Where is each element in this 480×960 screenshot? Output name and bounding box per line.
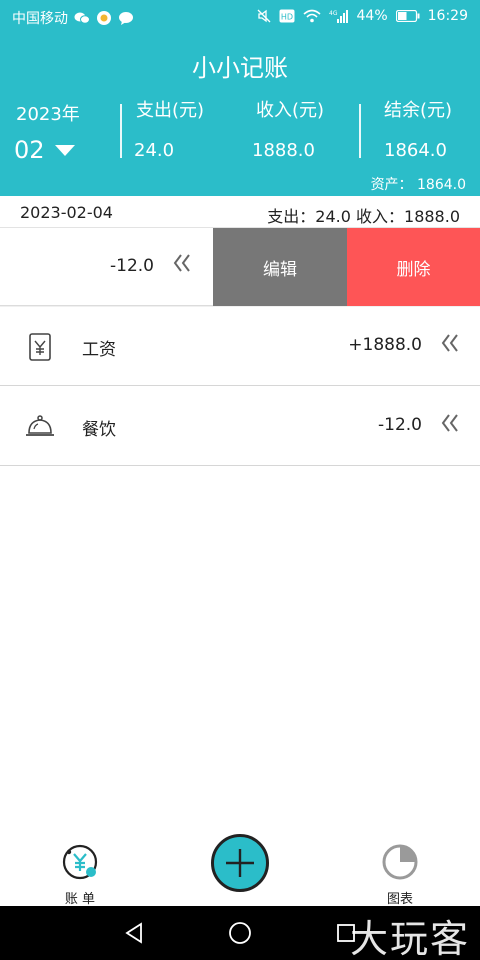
dining-icon <box>22 409 58 445</box>
battery-icon <box>395 10 420 22</box>
pie-chart-icon <box>380 844 420 886</box>
status-left: 中国移动 <box>12 8 134 28</box>
wifi-icon <box>302 9 321 23</box>
month-picker[interactable]: 02 <box>14 136 75 164</box>
record-amount: +1888.0 <box>348 335 422 355</box>
balance-summary: 结余(元) <box>376 96 460 122</box>
status-bar: 中国移动 HD 4G 44% 16:29 <box>0 0 480 34</box>
tab-charts-label: 图表 <box>386 892 413 907</box>
status-right: HD 4G 44% 16:29 <box>257 8 468 24</box>
tab-bills[interactable]: 账 单 <box>52 842 108 907</box>
caret-down-icon <box>54 144 75 156</box>
home-icon[interactable] <box>226 919 254 947</box>
wechat-icon <box>74 11 90 25</box>
app-title: 小小记账 <box>192 54 288 82</box>
income-value: 1888.0 <box>252 140 315 161</box>
clock: 16:29 <box>427 8 468 24</box>
delete-button[interactable]: 删除 <box>347 228 480 306</box>
double-chevron-left-icon <box>440 412 460 438</box>
tab-charts[interactable]: 图表 <box>372 842 428 907</box>
plus-icon <box>226 849 254 877</box>
battery-percent: 44% <box>356 8 388 24</box>
assets-label: 资产： 1864.0 <box>370 177 466 193</box>
record-amount: -12.0 <box>378 415 422 435</box>
balance-value: 1864.0 <box>384 140 447 161</box>
carrier-label: 中国移动 <box>12 11 68 27</box>
income-label: 收入(元) <box>255 100 325 121</box>
watermark: 大玩客 <box>349 917 470 960</box>
svg-text:HD: HD <box>280 13 292 22</box>
monthly-summary: 2023年 02 支出(元) 24.0 收入(元) 1888.0 结余(元) 1… <box>0 96 480 166</box>
signal-4g-icon: 4G <box>329 9 349 23</box>
app-icon <box>96 10 112 26</box>
month-value: 02 <box>14 136 45 164</box>
swiped-record-row[interactable]: -12.0 编辑 删除 <box>0 228 480 306</box>
mute-icon <box>257 9 271 23</box>
expense-value: 24.0 <box>134 140 175 161</box>
income-summary: 收入(元) <box>248 96 332 122</box>
record-row[interactable]: 餐饮 -12.0 <box>0 387 480 466</box>
add-record-button[interactable] <box>211 834 269 892</box>
message-icon <box>118 11 134 26</box>
back-icon[interactable] <box>120 919 148 947</box>
year-label[interactable]: 2023年 <box>16 100 80 126</box>
bills-icon <box>60 844 100 886</box>
day-header: 2023-02-04 支出：24.0 收入：1888.0 <box>0 196 480 228</box>
system-nav-bar: 大玩客 <box>0 906 480 960</box>
divider <box>359 104 361 158</box>
double-chevron-left-icon <box>440 332 460 358</box>
svg-text:4G: 4G <box>329 10 338 17</box>
day-totals: 支出：24.0 收入：1888.0 <box>267 207 460 226</box>
expense-label: 支出(元) <box>135 100 205 121</box>
tab-bills-label: 账 单 <box>64 892 96 907</box>
expense-summary: 支出(元) <box>130 96 210 122</box>
hd-icon: HD <box>279 9 295 23</box>
record-category: 工资 <box>82 340 116 360</box>
day-date: 2023-02-04 <box>20 203 113 222</box>
edit-button[interactable]: 编辑 <box>213 228 347 306</box>
double-chevron-left-icon <box>172 252 192 278</box>
record-amount: -12.0 <box>110 256 154 276</box>
divider <box>120 104 122 158</box>
salary-icon <box>22 329 58 365</box>
balance-label: 结余(元) <box>383 100 453 121</box>
record-row[interactable]: 工资 +1888.0 <box>0 307 480 386</box>
record-category: 餐饮 <box>82 420 116 440</box>
